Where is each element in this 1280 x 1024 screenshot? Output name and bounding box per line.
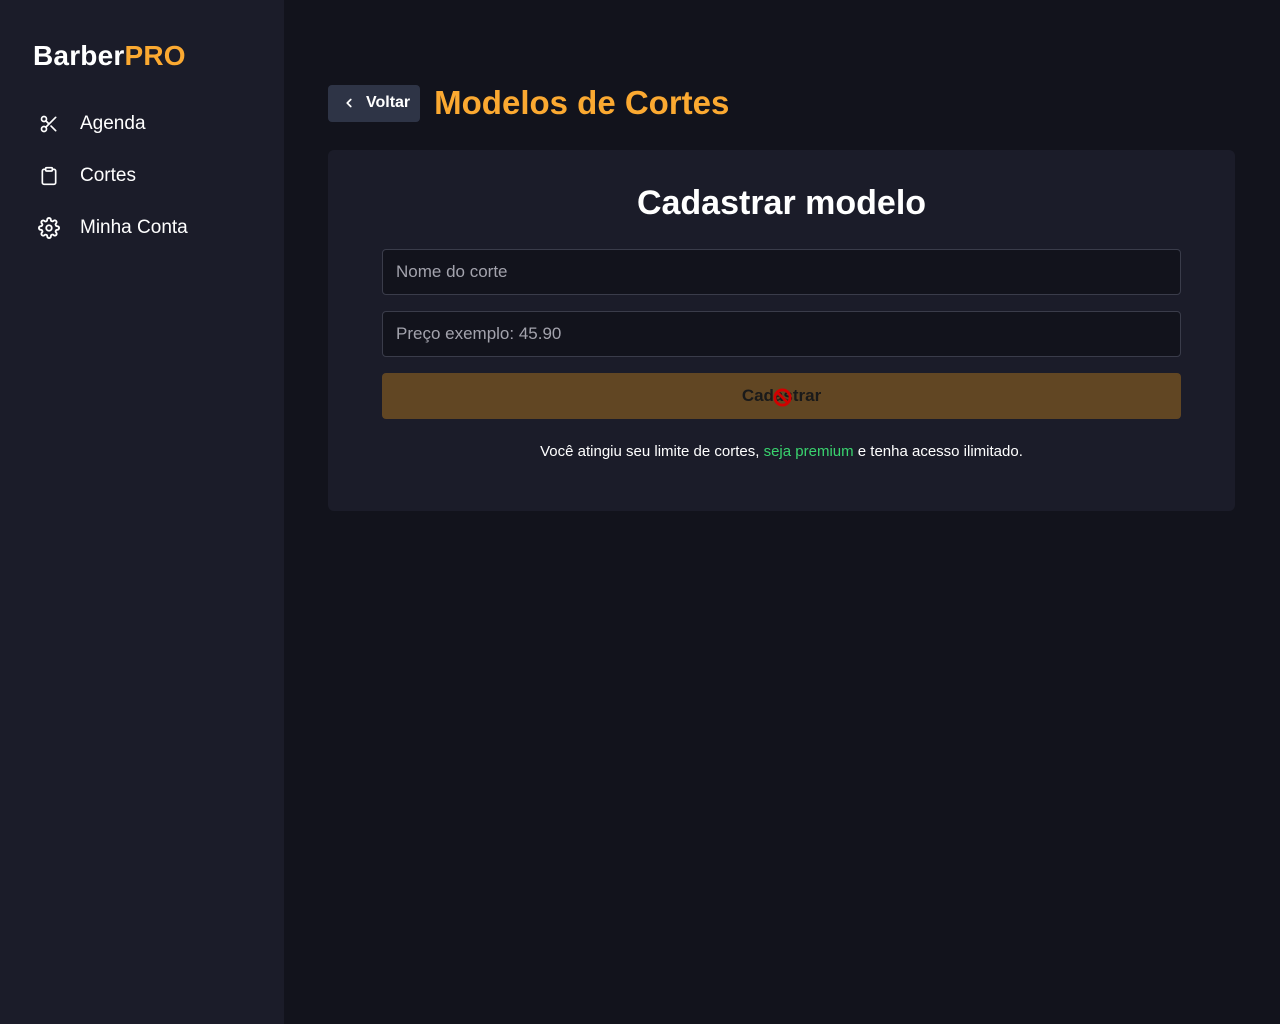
back-button-label: Voltar [366, 94, 411, 111]
page-header: Voltar Modelos de Cortes [328, 84, 729, 122]
price-input[interactable] [382, 311, 1181, 357]
brand-part2: PRO [124, 40, 186, 71]
not-allowed-cursor-icon [773, 388, 792, 407]
page-title: Modelos de Cortes [434, 84, 730, 121]
clipboard-icon [38, 165, 60, 187]
limit-text-before: Você atingiu seu limite de cortes, [540, 443, 764, 460]
brand-part1: Barber [33, 40, 125, 71]
cut-name-input[interactable] [382, 249, 1181, 295]
register-card: Cadastrar modelo Cadastrar Você atingiu … [328, 150, 1235, 511]
sidebar-item-cortes[interactable]: Cortes [0, 150, 284, 202]
scissors-icon [38, 113, 60, 135]
sidebar-nav: Agenda Cortes Minha Conta [0, 98, 284, 254]
gear-icon [38, 217, 60, 239]
brand-logo[interactable]: BarberPRO [33, 40, 284, 72]
sidebar: BarberPRO Agenda Cortes Minha Conta [0, 0, 284, 1024]
app: BarberPRO Agenda Cortes Minha Conta Volt… [0, 0, 1280, 1024]
sidebar-item-label: Minha Conta [80, 217, 188, 238]
sidebar-item-label: Cortes [80, 165, 136, 186]
premium-link[interactable]: seja premium [764, 443, 854, 460]
sidebar-item-minha-conta[interactable]: Minha Conta [0, 202, 284, 254]
limit-message: Você atingiu seu limite de cortes, seja … [328, 443, 1235, 460]
main-content: Voltar Modelos de Cortes Cadastrar model… [284, 0, 1280, 1024]
sidebar-item-label: Agenda [80, 113, 146, 134]
sidebar-item-agenda[interactable]: Agenda [0, 98, 284, 150]
form-title: Cadastrar modelo [636, 184, 927, 222]
back-button[interactable]: Voltar [328, 84, 421, 122]
chevron-left-icon [342, 96, 356, 110]
limit-text-after: e tenha acesso ilimitado. [853, 443, 1023, 460]
